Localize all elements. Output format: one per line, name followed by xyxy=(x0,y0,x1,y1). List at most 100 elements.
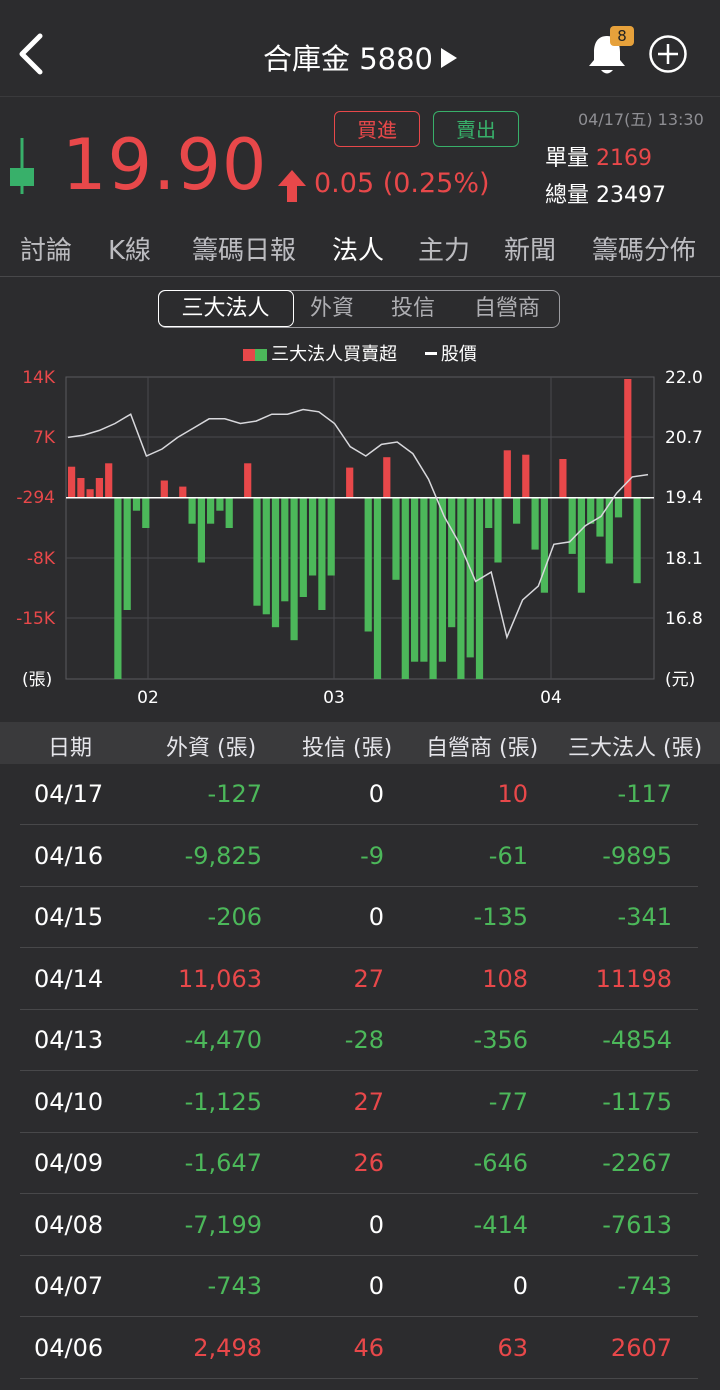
net-buy-bar xyxy=(392,497,400,580)
header-total: 三大法人 (張) xyxy=(568,736,703,761)
net-buy-bar xyxy=(309,497,317,576)
net-buy-bar xyxy=(299,497,307,597)
foreign-cell: -7,199 xyxy=(184,1210,262,1239)
dealer-cell: -414 xyxy=(473,1210,528,1239)
section-tabs: 討論 K線 籌碼日報 法人 主力 新聞 籌碼分佈 xyxy=(0,214,720,277)
net-buy-bar xyxy=(475,497,484,679)
left-tick-label: -294 xyxy=(16,488,55,508)
foreign-cell: -9,825 xyxy=(184,841,262,870)
tab-major-force[interactable]: 主力 xyxy=(418,230,470,267)
tab-discussion[interactable]: 討論 xyxy=(20,230,72,267)
net-buy-bar xyxy=(466,497,474,658)
total-volume: 總量 23497 xyxy=(545,177,666,209)
total-cell: -2267 xyxy=(602,1149,672,1177)
unit-volume: 單量 2169 xyxy=(545,140,652,172)
net-buy-bar xyxy=(95,478,103,498)
total-cell: -1175 xyxy=(602,1087,672,1116)
tab-chip-daily[interactable]: 籌碼日報 xyxy=(192,230,296,267)
left-tick-label: -8K xyxy=(27,549,56,569)
net-buy-bar xyxy=(364,497,372,632)
table-row[interactable]: 04/15 -206 0 -135 -341 xyxy=(0,887,720,948)
header-dealer: 自營商 (張) xyxy=(426,736,539,761)
total-volume-value: 23497 xyxy=(596,183,667,208)
date-cell: 04/17 xyxy=(34,780,104,808)
left-axis-unit: (張) xyxy=(22,670,52,690)
header-trust: 投信 (張) xyxy=(302,736,393,761)
segment-three-institutions[interactable]: 三大法人 xyxy=(157,289,294,327)
table-row[interactable]: 04/08 -7,199 0 -414 -7613 xyxy=(0,1195,720,1256)
tab-chip-distribution[interactable]: 籌碼分佈 xyxy=(592,230,696,267)
table-row[interactable]: 04/16 -9,825 -9 -61 -9895 xyxy=(0,826,720,887)
net-buy-bar xyxy=(438,497,446,662)
header-foreign: 外資 (張) xyxy=(166,736,257,761)
dealer-cell: -77 xyxy=(488,1087,528,1116)
right-tick-label: 18.1 xyxy=(665,549,703,569)
net-buy-bar xyxy=(577,497,585,593)
line-legend-swatch xyxy=(424,352,437,355)
net-buy-bar xyxy=(429,497,437,679)
table-row[interactable]: 04/17 -127 0 10 -117 xyxy=(0,764,720,825)
date-cell: 04/06 xyxy=(34,1333,104,1362)
net-buy-bar xyxy=(207,497,215,524)
net-buy-bar xyxy=(142,497,150,528)
date-cell: 04/10 xyxy=(34,1087,104,1116)
buy-button[interactable]: 買進 xyxy=(334,111,420,147)
net-buy-bar xyxy=(485,497,493,528)
dealer-cell: 10 xyxy=(497,780,528,808)
net-buy-bar xyxy=(123,497,131,610)
trust-cell: 27 xyxy=(353,964,384,993)
table-row[interactable]: 04/10 -1,125 27 -77 -1175 xyxy=(0,1072,720,1133)
right-tick-label: 16.8 xyxy=(665,609,703,629)
right-axis-unit: (元) xyxy=(665,670,695,690)
date-cell: 04/16 xyxy=(34,841,104,870)
trust-cell: 0 xyxy=(368,780,384,808)
add-circle-icon[interactable] xyxy=(648,34,688,74)
caret-right-icon xyxy=(441,48,458,68)
table-row[interactable]: 04/09 -1,647 26 -646 -2267 xyxy=(0,1133,720,1194)
segment-trust[interactable]: 投信 xyxy=(373,291,453,326)
tab-kline[interactable]: K線 xyxy=(108,230,151,267)
net-buy-bar xyxy=(188,497,196,524)
net-buy-bar xyxy=(216,497,224,511)
left-tick-label: -15K xyxy=(16,609,56,629)
segment-foreign[interactable]: 外資 xyxy=(291,291,373,326)
table-row[interactable]: 04/14 11,063 27 108 11198 xyxy=(0,949,720,1010)
net-buy-bar xyxy=(179,486,187,498)
x-tick-label: 04 xyxy=(540,688,562,708)
net-buy-bar xyxy=(531,497,539,550)
trust-cell: 46 xyxy=(353,1333,384,1362)
institutional-chart[interactable]: 14K 22.0 7K 20.7 -294 19.4 -8K 18.1 -15K 16.8 (張) (… xyxy=(0,360,720,710)
table-row[interactable]: 04/06 2,498 46 63 2607 xyxy=(0,1318,720,1379)
plot-frame xyxy=(65,376,655,680)
date-cell: 04/14 xyxy=(34,964,104,993)
net-buy-bar xyxy=(318,497,326,610)
foreign-cell: 11,063 xyxy=(178,964,262,993)
dealer-cell: -646 xyxy=(473,1149,528,1177)
segment-dealer[interactable]: 自營商 xyxy=(453,291,561,326)
net-buy-bar xyxy=(503,450,511,498)
price-line xyxy=(67,408,649,640)
total-cell: -743 xyxy=(617,1272,672,1300)
foreign-cell: -1,647 xyxy=(184,1149,262,1177)
header-bar: 合庫金 5880 8 xyxy=(0,0,720,97)
net-buy-bar xyxy=(494,497,502,563)
net-buy-bar xyxy=(420,497,428,662)
net-buy-bar xyxy=(197,497,205,563)
total-volume-label: 總量 xyxy=(545,183,590,208)
sell-button[interactable]: 賣出 xyxy=(433,111,519,147)
net-buy-bar xyxy=(290,497,298,641)
net-buy-bar xyxy=(587,497,595,524)
net-buy-bar xyxy=(281,497,289,602)
net-buy-bar xyxy=(253,497,261,606)
tab-news[interactable]: 新聞 xyxy=(504,230,556,267)
tab-institutional[interactable]: 法人 xyxy=(332,230,384,267)
table-row[interactable]: 04/13 -4,470 -28 -356 -4854 xyxy=(0,1010,720,1071)
table-row[interactable]: 04/07 -743 0 0 -743 xyxy=(0,1256,720,1317)
header-date: 日期 xyxy=(48,736,93,761)
total-cell: -341 xyxy=(617,903,672,931)
row-divider xyxy=(20,1377,698,1379)
net-buy-bar xyxy=(457,497,465,679)
trust-cell: 0 xyxy=(368,1272,384,1300)
net-buy-bar xyxy=(383,457,391,498)
left-tick-label: 7K xyxy=(33,428,56,448)
